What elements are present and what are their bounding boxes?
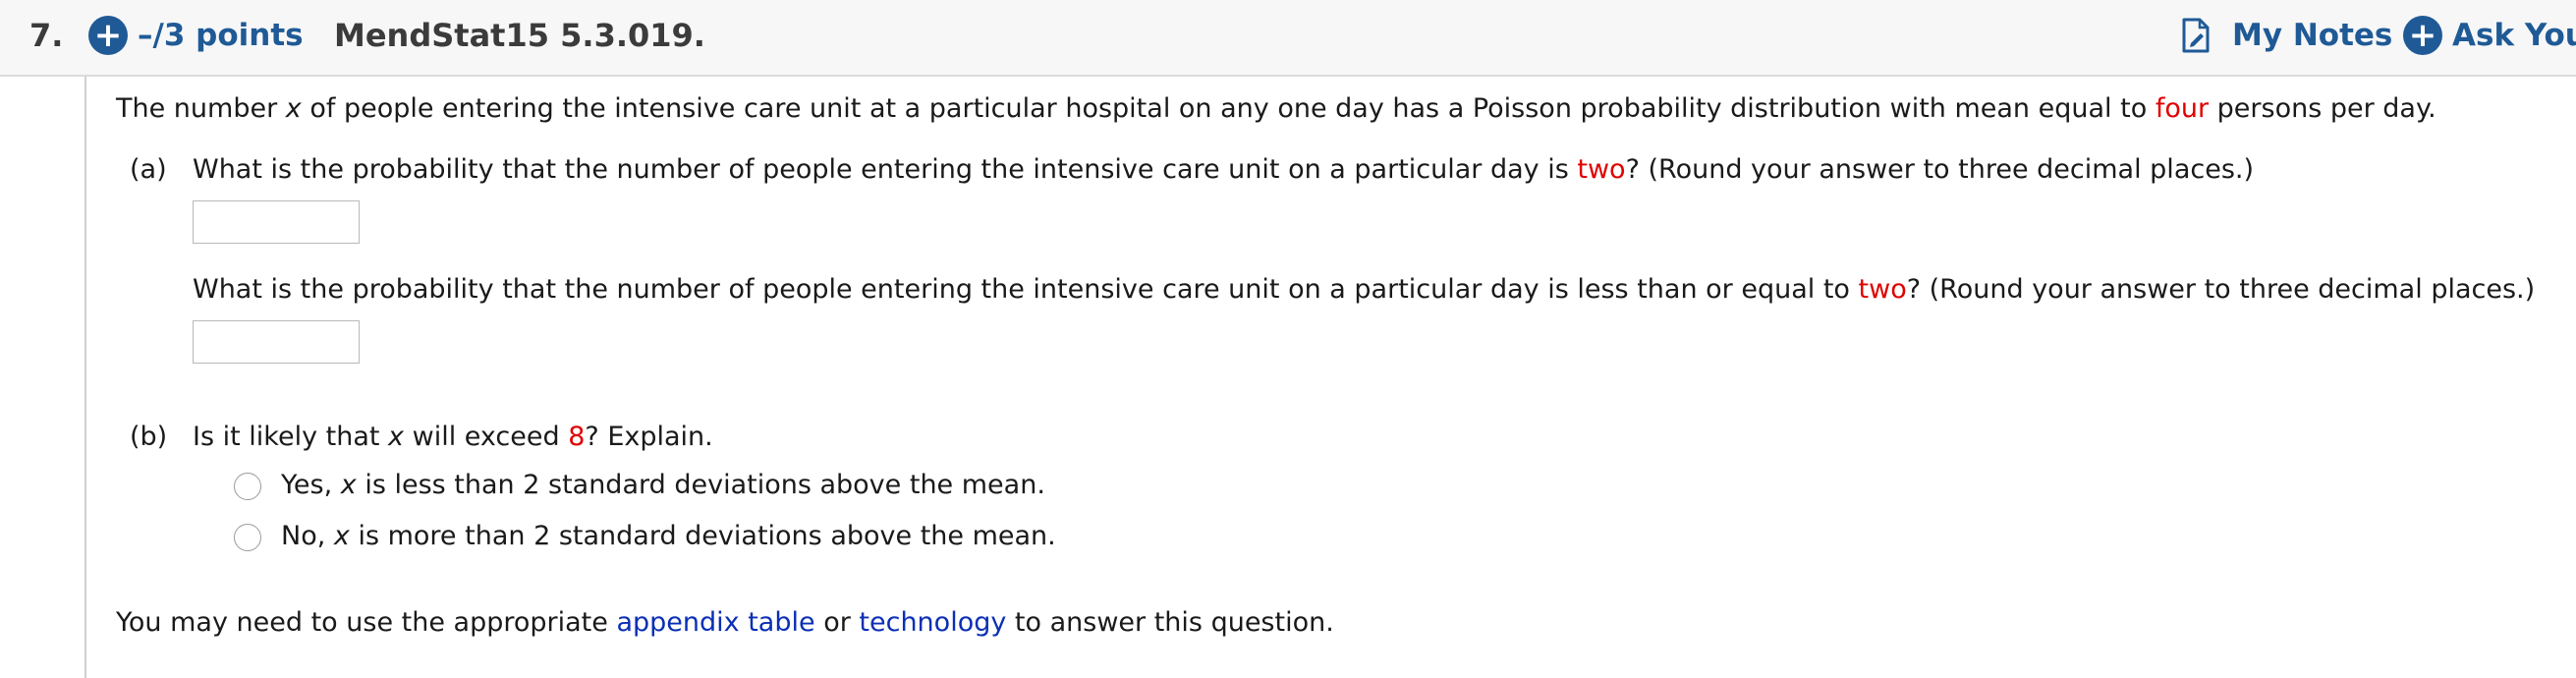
part-a-label: (a) [130,154,167,185]
ask-your-teacher-link[interactable]: Ask Your [2452,16,2576,55]
part-a-question-2: What is the probability that the number … [193,274,2536,305]
resource-note: You may need to use the appropriate appe… [116,607,1334,638]
appendix-table-link[interactable]: appendix table [616,607,814,638]
option-no-label[interactable]: No, x is more than 2 standard deviations… [281,520,1056,553]
my-notes-link[interactable]: My Notes [2232,16,2392,55]
question-intro: The number x of people entering the inte… [116,93,2436,124]
part-a-question-1: What is the probability that the number … [193,154,2254,185]
plus-circle-icon[interactable]: + [88,16,128,55]
option-yes-label[interactable]: Yes, x is less than 2 standard deviation… [281,469,1045,502]
radio-option-no[interactable] [234,524,261,551]
part-b-question: Is it likely that x will exceed 8? Expla… [193,422,713,452]
radio-option-yes[interactable] [234,473,261,500]
question-id: MendStat15 5.3.019. [334,17,705,54]
technology-link[interactable]: technology [859,607,1006,638]
question-number: 7. [29,17,64,54]
plus-circle-icon[interactable]: + [2403,16,2442,55]
notes-icon[interactable] [2181,18,2211,53]
part-b-label: (b) [130,422,168,452]
question-header: 7. + –/3 points MendStat15 5.3.019. My N… [0,0,2576,77]
answer-field-a1[interactable] [193,200,360,244]
answer-field-a2[interactable] [193,320,360,364]
points-label[interactable]: –/3 points [138,16,304,55]
question-left-border [84,77,86,678]
